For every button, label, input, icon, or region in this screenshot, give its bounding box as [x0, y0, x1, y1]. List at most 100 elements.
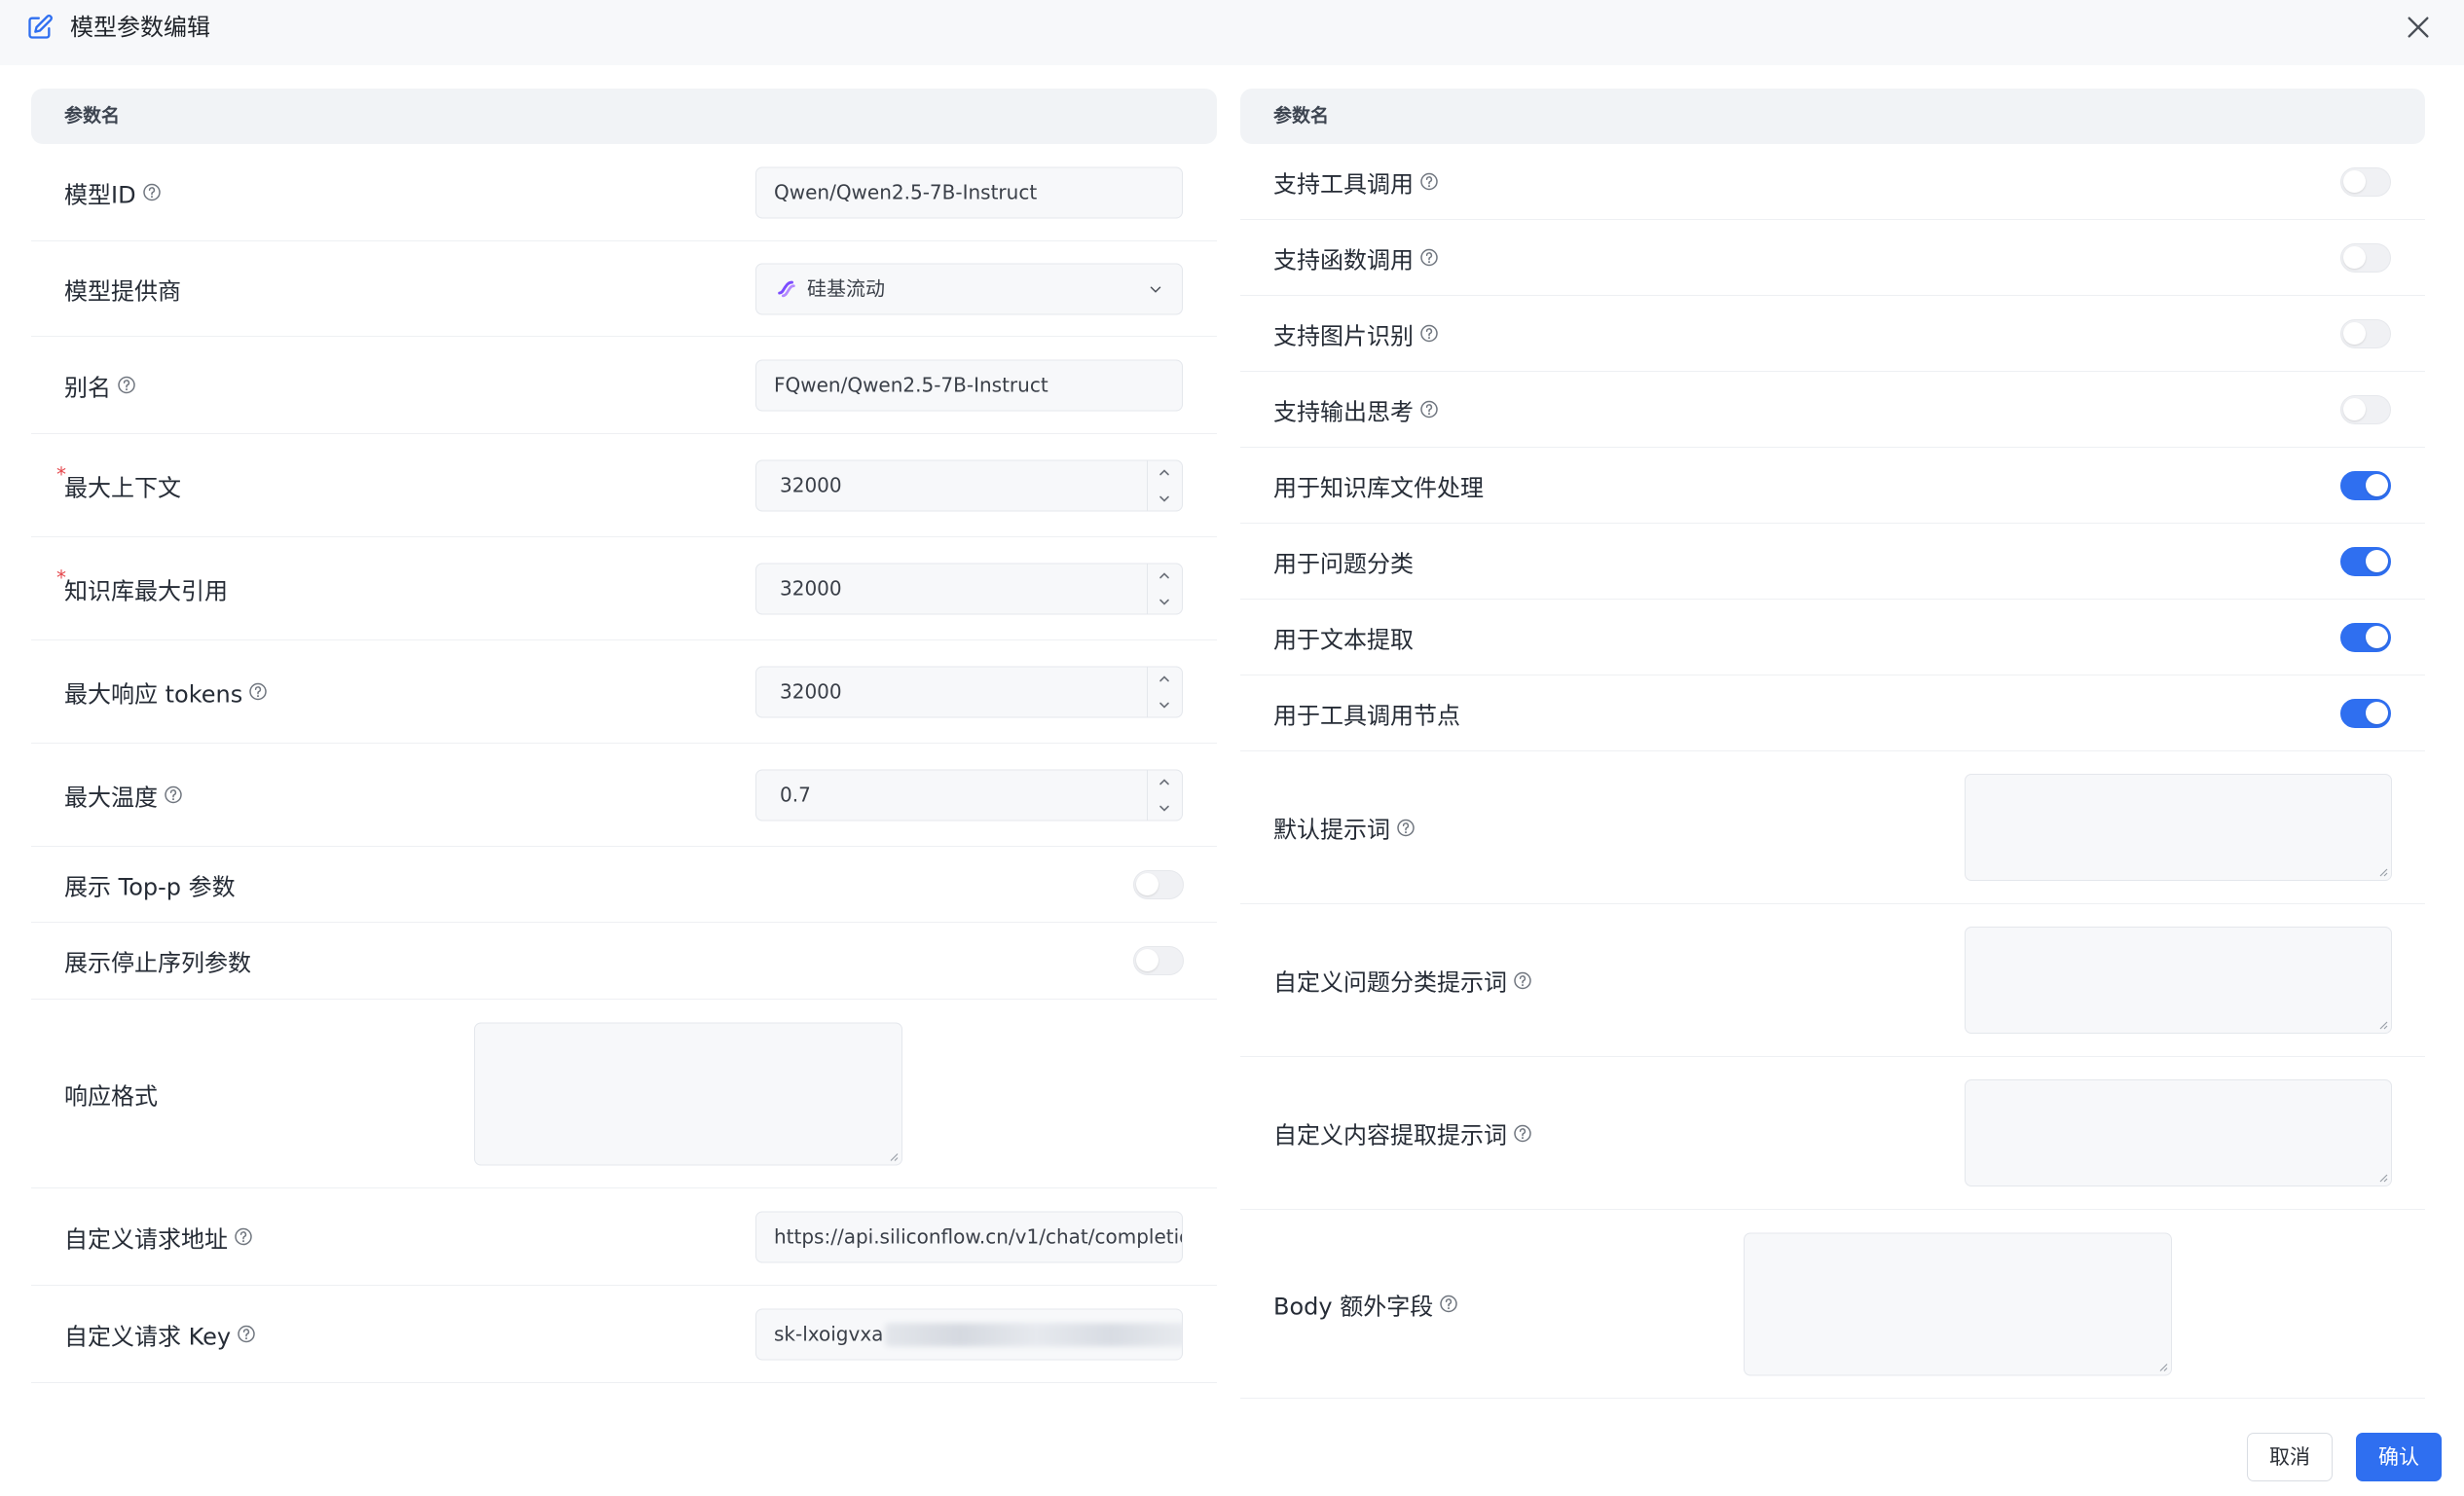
chevron-down-icon[interactable]: [1158, 597, 1171, 606]
tool-call-toggle[interactable]: [2340, 166, 2391, 197]
number-stepper[interactable]: [1147, 667, 1182, 716]
help-icon[interactable]: [1419, 248, 1439, 268]
function-call-toggle[interactable]: [2340, 242, 2391, 273]
custom-request-key-input[interactable]: sk-lxoigvxa: [755, 1308, 1183, 1360]
provider-row: 模型提供商 硅基流动: [31, 241, 1217, 337]
custom-cls-prompt-label: 自定义问题分类提示词: [1273, 968, 1507, 997]
help-icon[interactable]: [117, 376, 136, 395]
resize-grip-icon[interactable]: [2376, 1171, 2388, 1183]
left-param-panel: 参数名 模型ID Qwen/Qwen2.5-7B-Instruct 模型提供商 …: [31, 89, 1217, 1383]
chevron-down-icon[interactable]: [1158, 803, 1171, 813]
custom-cls-prompt-row: 自定义问题分类提示词: [1240, 904, 2425, 1057]
max-response-tokens-value: 32000: [780, 679, 842, 703]
dialog-title: 模型参数编辑: [70, 14, 210, 41]
response-format-textarea[interactable]: [474, 1022, 902, 1165]
custom-extract-prompt-textarea[interactable]: [1965, 1079, 2392, 1186]
body-extra-row: Body 额外字段: [1240, 1210, 2425, 1399]
text-extract-toggle[interactable]: [2340, 622, 2391, 652]
toggle-row: 用于工具调用节点: [1240, 675, 2425, 751]
resize-grip-icon[interactable]: [887, 1149, 899, 1161]
toggle-label-vision: 支持图片识别: [1273, 322, 1414, 349]
toggle-label-kb-file: 用于知识库文件处理: [1273, 474, 1484, 501]
help-icon[interactable]: [1513, 1123, 1532, 1143]
number-stepper[interactable]: [1147, 770, 1182, 820]
help-icon[interactable]: [1419, 400, 1439, 420]
resize-grip-icon[interactable]: [2376, 1018, 2388, 1030]
chevron-down-icon[interactable]: [1158, 493, 1171, 503]
help-icon[interactable]: [164, 785, 183, 805]
max-context-input[interactable]: 32000: [755, 459, 1183, 511]
help-icon[interactable]: [142, 183, 162, 202]
show-top-p-toggle[interactable]: [1133, 869, 1184, 899]
toggle-label-function-call: 支持函数调用: [1273, 246, 1414, 274]
right-panel-header: 参数名: [1240, 89, 2425, 144]
help-icon[interactable]: [237, 1325, 256, 1344]
max-temperature-label: 最大温度: [64, 784, 158, 811]
help-icon[interactable]: [1419, 172, 1439, 192]
dialog-header: 模型参数编辑: [0, 0, 2464, 65]
help-icon[interactable]: [1396, 818, 1416, 837]
response-format-label: 响应格式: [64, 1082, 158, 1110]
default-prompt-textarea[interactable]: [1965, 774, 2392, 881]
max-context-label: 最大上下文: [64, 474, 181, 501]
required-mark: *: [56, 462, 66, 486]
help-icon[interactable]: [1439, 1295, 1458, 1314]
default-prompt-row: 默认提示词: [1240, 751, 2425, 904]
max-response-tokens-input[interactable]: 32000: [755, 666, 1183, 717]
toggle-label-text-extract: 用于文本提取: [1273, 626, 1414, 653]
left-panel-header: 参数名: [31, 89, 1217, 144]
toggle-row: 用于知识库文件处理: [1240, 448, 2425, 524]
model-id-row: 模型ID Qwen/Qwen2.5-7B-Instruct: [31, 144, 1217, 241]
help-icon[interactable]: [248, 682, 268, 702]
chevron-up-icon[interactable]: [1158, 570, 1171, 580]
question-cls-toggle[interactable]: [2340, 546, 2391, 576]
kb-max-quote-input[interactable]: 32000: [755, 563, 1183, 614]
custom-cls-prompt-textarea[interactable]: [1965, 927, 2392, 1034]
response-format-row: 响应格式: [31, 1000, 1217, 1188]
max-context-row: * 最大上下文 32000: [31, 434, 1217, 537]
chevron-up-icon[interactable]: [1158, 674, 1171, 683]
toggle-row: 支持输出思考: [1240, 372, 2425, 448]
max-temperature-value: 0.7: [780, 783, 811, 806]
reasoning-toggle[interactable]: [2340, 394, 2391, 424]
right-param-panel: 参数名 支持工具调用 支持函数调用 支持图片识别 支持输出思考 用于知识库文件处…: [1240, 89, 2425, 1399]
cancel-button[interactable]: 取消: [2247, 1433, 2333, 1481]
toggle-label-reasoning: 支持输出思考: [1273, 398, 1414, 425]
toggle-row: 用于问题分类: [1240, 524, 2425, 600]
toggle-row: 支持函数调用: [1240, 220, 2425, 296]
tool-node-toggle[interactable]: [2340, 698, 2391, 728]
number-stepper[interactable]: [1147, 564, 1182, 613]
show-stop-seq-label: 展示停止序列参数: [64, 949, 251, 977]
max-response-tokens-label: 最大响应 tokens: [64, 680, 243, 708]
alias-input[interactable]: FQwen/Qwen2.5-7B-Instruct: [755, 359, 1183, 411]
toggle-label-tool-call: 支持工具调用: [1273, 170, 1414, 198]
number-stepper[interactable]: [1147, 460, 1182, 510]
vision-toggle[interactable]: [2340, 318, 2391, 348]
confirm-button[interactable]: 确认: [2356, 1433, 2442, 1481]
custom-request-url-row: 自定义请求地址 https://api.siliconflow.cn/v1/ch…: [31, 1188, 1217, 1286]
help-icon[interactable]: [234, 1227, 253, 1247]
chevron-down-icon[interactable]: [1158, 700, 1171, 710]
custom-request-url-input[interactable]: https://api.siliconflow.cn/v1/chat/compl…: [755, 1211, 1183, 1262]
max-temperature-row: 最大温度 0.7: [31, 744, 1217, 847]
resize-grip-icon[interactable]: [2156, 1360, 2168, 1371]
toggle-label-tool-node: 用于工具调用节点: [1273, 702, 1460, 729]
kb-file-toggle[interactable]: [2340, 470, 2391, 500]
provider-select[interactable]: 硅基流动: [755, 263, 1183, 314]
help-icon[interactable]: [1419, 324, 1439, 344]
toggle-row: 支持图片识别: [1240, 296, 2425, 372]
edit-icon: [28, 15, 53, 39]
resize-grip-icon[interactable]: [2376, 865, 2388, 877]
body-extra-textarea[interactable]: [1744, 1232, 2172, 1375]
custom-extract-prompt-label: 自定义内容提取提示词: [1273, 1121, 1507, 1149]
kb-max-quote-row: * 知识库最大引用 32000: [31, 537, 1217, 640]
model-id-input[interactable]: Qwen/Qwen2.5-7B-Instruct: [755, 166, 1183, 218]
close-icon[interactable]: [2403, 12, 2434, 43]
chevron-up-icon[interactable]: [1158, 777, 1171, 786]
model-id-label: 模型ID: [64, 181, 136, 208]
max-context-value: 32000: [780, 473, 842, 496]
show-stop-seq-toggle[interactable]: [1133, 946, 1184, 975]
chevron-up-icon[interactable]: [1158, 467, 1171, 477]
max-temperature-input[interactable]: 0.7: [755, 769, 1183, 821]
help-icon[interactable]: [1513, 970, 1532, 990]
